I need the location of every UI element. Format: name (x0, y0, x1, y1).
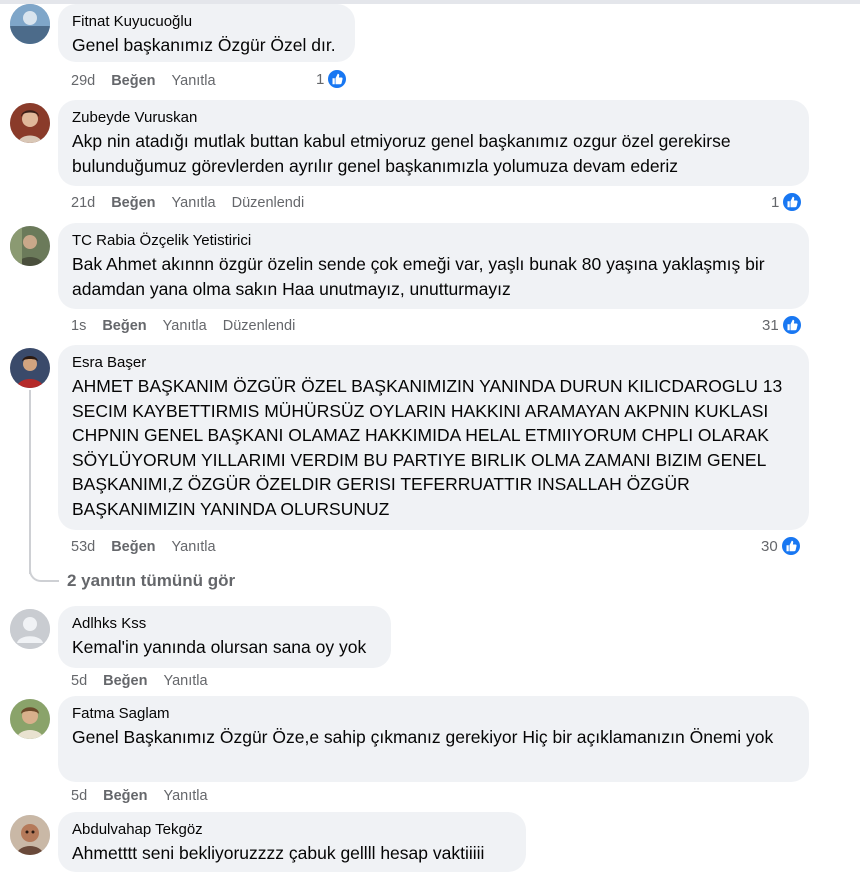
comment-text: AHMET BAŞKANIM ÖZGÜR ÖZEL BAŞKANIMIZIN Y… (72, 376, 783, 519)
comment-time[interactable]: 5d (71, 787, 87, 805)
comment-time[interactable]: 29d (71, 72, 95, 90)
comment-actions: 5d Beğen Yanıtla (71, 787, 224, 805)
thumbs-up-icon (781, 191, 804, 213)
reply-button[interactable]: Yanıtla (163, 672, 207, 690)
avatar[interactable] (10, 699, 50, 739)
comment-text: Ahmetttt seni bekliyoruzzzz çabuk gellll… (72, 843, 485, 863)
comment-time[interactable]: 21d (71, 194, 95, 212)
avatar[interactable] (10, 348, 50, 388)
comment-actions: 53d Beğen Yanıtla (71, 538, 232, 556)
comment-bubble: Adlhks Kss Kemal'in yanında olursan sana… (58, 606, 391, 668)
comment-time[interactable]: 53d (71, 538, 95, 556)
reaction-count[interactable]: 30 (761, 535, 802, 557)
comment-time[interactable]: 5d (71, 672, 87, 690)
comment-author[interactable]: Zubeyde Vuruskan (72, 109, 795, 127)
comment-author[interactable]: Abdulvahap Tekgöz (72, 821, 512, 839)
reply-button[interactable]: Yanıtla (163, 317, 207, 335)
comment-author[interactable]: Fitnat Kuyucuoğlu (72, 13, 341, 31)
comment-bubble: Fatma Saglam Genel Başkanımız Özgür Öze,… (58, 696, 809, 782)
reaction-number: 1 (771, 193, 780, 211)
comment-time[interactable]: 1s (71, 317, 86, 335)
thumbs-up-icon (326, 68, 349, 90)
default-avatar-icon[interactable] (10, 609, 50, 649)
like-button[interactable]: Beğen (103, 672, 147, 690)
thumbs-up-icon (779, 535, 802, 557)
edited-label[interactable]: Düzenlendi (223, 317, 296, 335)
comment-bubble: TC Rabia Özçelik Yetistirici Bak Ahmet a… (58, 223, 809, 309)
thread-line (29, 390, 31, 574)
avatar[interactable] (10, 815, 50, 855)
reaction-count[interactable]: 1 (316, 68, 349, 90)
comment-text: Genel başkanımız Özgür Özel dır. (72, 35, 336, 55)
comment-text: Akp nin atadığı mutlak buttan kabul etmi… (72, 131, 731, 176)
comment-bubble: Fitnat Kuyucuoğlu Genel başkanımız Özgür… (58, 4, 355, 62)
comment-author[interactable]: Adlhks Kss (72, 615, 377, 633)
comment-actions: 1s Beğen Yanıtla Düzenlendi (71, 317, 311, 335)
like-button[interactable]: Beğen (111, 72, 155, 90)
comment-text: Kemal'in yanında olursan sana oy yok (72, 637, 367, 657)
reaction-count[interactable]: 1 (771, 191, 804, 213)
comment-bubble: Zubeyde Vuruskan Akp nin atadığı mutlak … (58, 100, 809, 186)
comment-actions: 21d Beğen Yanıtla Düzenlendi (71, 194, 320, 212)
like-button[interactable]: Beğen (102, 317, 146, 335)
avatar[interactable] (10, 226, 50, 266)
reply-button[interactable]: Yanıtla (172, 194, 216, 212)
reply-button[interactable]: Yanıtla (172, 538, 216, 556)
comment-actions: 29d Beğen Yanıtla (71, 72, 232, 90)
view-replies-link[interactable]: 2 yanıtın tümünü gör (67, 571, 235, 591)
comment-author[interactable]: Esra Başer (72, 354, 795, 372)
comment-author[interactable]: Fatma Saglam (72, 705, 795, 723)
comment-text: Bak Ahmet akınnn özgür özelin sende çok … (72, 254, 765, 299)
thread-connector (29, 560, 59, 582)
avatar[interactable] (10, 4, 50, 44)
reaction-number: 1 (316, 70, 325, 88)
comment-actions: 5d Beğen Yanıtla (71, 672, 224, 690)
avatar[interactable] (10, 103, 50, 143)
like-button[interactable]: Beğen (111, 538, 155, 556)
thumbs-up-icon (780, 314, 803, 336)
reply-button[interactable]: Yanıtla (172, 72, 216, 90)
comment-bubble: Abdulvahap Tekgöz Ahmetttt seni bekliyor… (58, 812, 526, 872)
reaction-number: 30 (761, 537, 778, 555)
like-button[interactable]: Beğen (103, 787, 147, 805)
like-button[interactable]: Beğen (111, 194, 155, 212)
comment-text: Genel Başkanımız Özgür Öze,e sahip çıkma… (72, 727, 774, 747)
comment-bubble: Esra Başer AHMET BAŞKANIM ÖZGÜR ÖZEL BAŞ… (58, 345, 809, 530)
reaction-number: 31 (762, 316, 779, 334)
reaction-count[interactable]: 31 (762, 314, 803, 336)
edited-label[interactable]: Düzenlendi (232, 194, 305, 212)
reply-button[interactable]: Yanıtla (163, 787, 207, 805)
comment-author[interactable]: TC Rabia Özçelik Yetistirici (72, 232, 795, 250)
